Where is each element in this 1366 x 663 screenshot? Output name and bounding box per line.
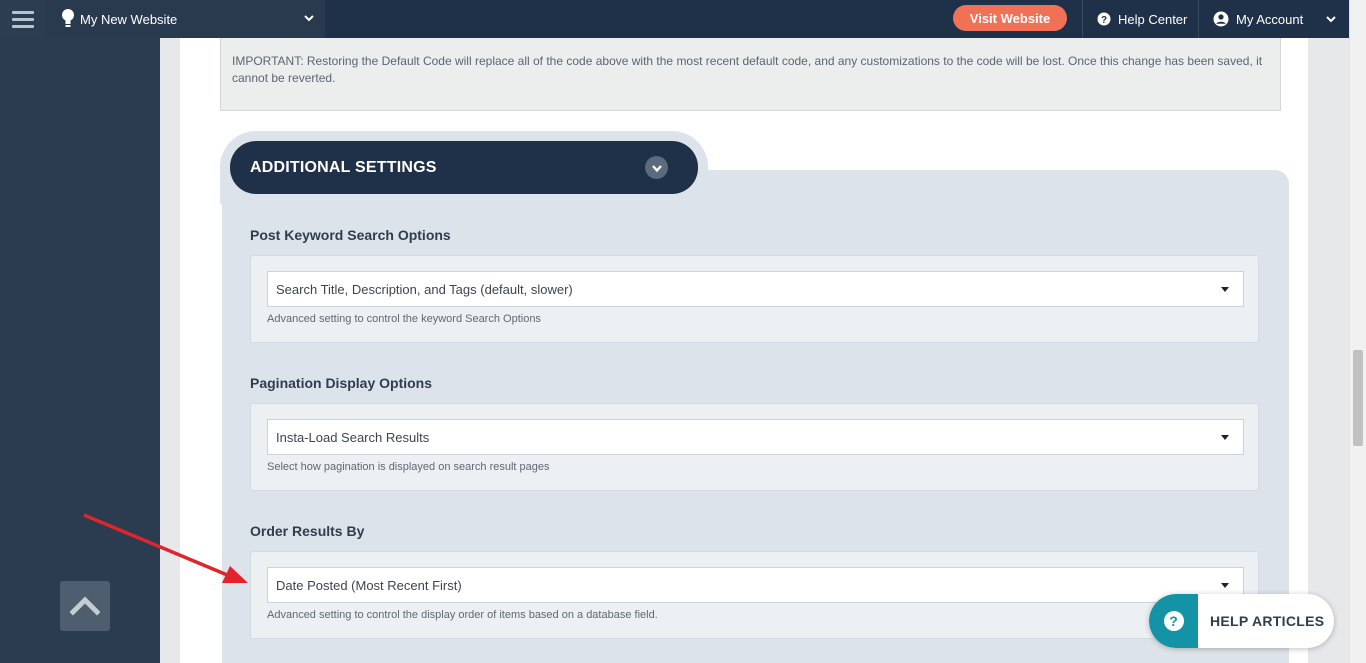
keyword-search-options-select[interactable]: Search Title, Description, and Tags (def…: [267, 271, 1244, 307]
pagination-display-options-field: Insta-Load Search Results Select how pag…: [250, 403, 1259, 491]
question-circle-icon: ?: [1163, 611, 1184, 631]
my-account-label: My Account: [1236, 11, 1304, 27]
scrollbar-thumb[interactable]: [1353, 350, 1363, 446]
additional-settings-title: ADDITIONAL SETTINGS: [250, 158, 437, 176]
order-results-by-label: Order Results By: [250, 523, 365, 539]
divider: [1198, 0, 1199, 38]
help-icon-block: ?: [1149, 594, 1198, 648]
pagination-display-options-select[interactable]: Insta-Load Search Results: [267, 419, 1244, 455]
user-circle-icon: [1213, 11, 1229, 27]
help-center-link[interactable]: ? Help Center: [1097, 0, 1187, 38]
website-name: My New Website: [80, 11, 178, 27]
additional-settings-toggle[interactable]: ADDITIONAL SETTINGS: [230, 141, 698, 194]
question-circle-icon: ?: [1097, 12, 1111, 26]
caret-down-icon: [1221, 287, 1229, 292]
keyword-search-options-label: Post Keyword Search Options: [250, 227, 451, 243]
field-help-text: Select how pagination is displayed on se…: [267, 461, 550, 473]
svg-text:?: ?: [1101, 15, 1107, 26]
chevron-down-icon: [1326, 16, 1336, 23]
left-sidebar: [0, 38, 160, 663]
caret-down-icon: [1221, 435, 1229, 440]
keyword-search-options-field: Search Title, Description, and Tags (def…: [250, 255, 1259, 343]
pagination-display-options-label: Pagination Display Options: [250, 375, 433, 391]
website-selector[interactable]: My New Website: [45, 0, 325, 38]
divider: [1082, 0, 1083, 38]
lightbulb-icon: [62, 9, 74, 27]
hamburger-icon: [11, 10, 34, 14]
help-articles-button[interactable]: ? HELP ARTICLES: [1149, 594, 1334, 648]
select-value: Date Posted (Most Recent First): [276, 577, 462, 593]
page-scrollbar[interactable]: [1349, 0, 1366, 663]
field-help-text: Advanced setting to control the display …: [267, 609, 658, 621]
restore-default-notice: IMPORTANT: Restoring the Default Code wi…: [220, 38, 1281, 111]
chevron-down-icon: [645, 156, 668, 179]
caret-down-icon: [1221, 583, 1229, 588]
field-help-text: Advanced setting to control the keyword …: [267, 313, 541, 325]
top-navigation-bar: My New Website Visit Website ? Help Cent…: [0, 0, 1349, 38]
scroll-to-top-button[interactable]: [60, 581, 110, 631]
menu-toggle-button[interactable]: [0, 0, 45, 38]
order-results-by-field: Date Posted (Most Recent First) Advanced…: [250, 551, 1259, 639]
chevron-up-icon: [70, 596, 100, 616]
order-results-by-select[interactable]: Date Posted (Most Recent First): [267, 567, 1244, 603]
my-account-menu[interactable]: My Account: [1213, 0, 1337, 38]
select-value: Insta-Load Search Results: [276, 429, 430, 445]
help-articles-label: HELP ARTICLES: [1210, 613, 1325, 629]
select-value: Search Title, Description, and Tags (def…: [276, 281, 573, 297]
help-center-label: Help Center: [1118, 11, 1188, 27]
visit-website-button[interactable]: Visit Website: [953, 5, 1067, 31]
chevron-down-icon: [304, 15, 314, 22]
